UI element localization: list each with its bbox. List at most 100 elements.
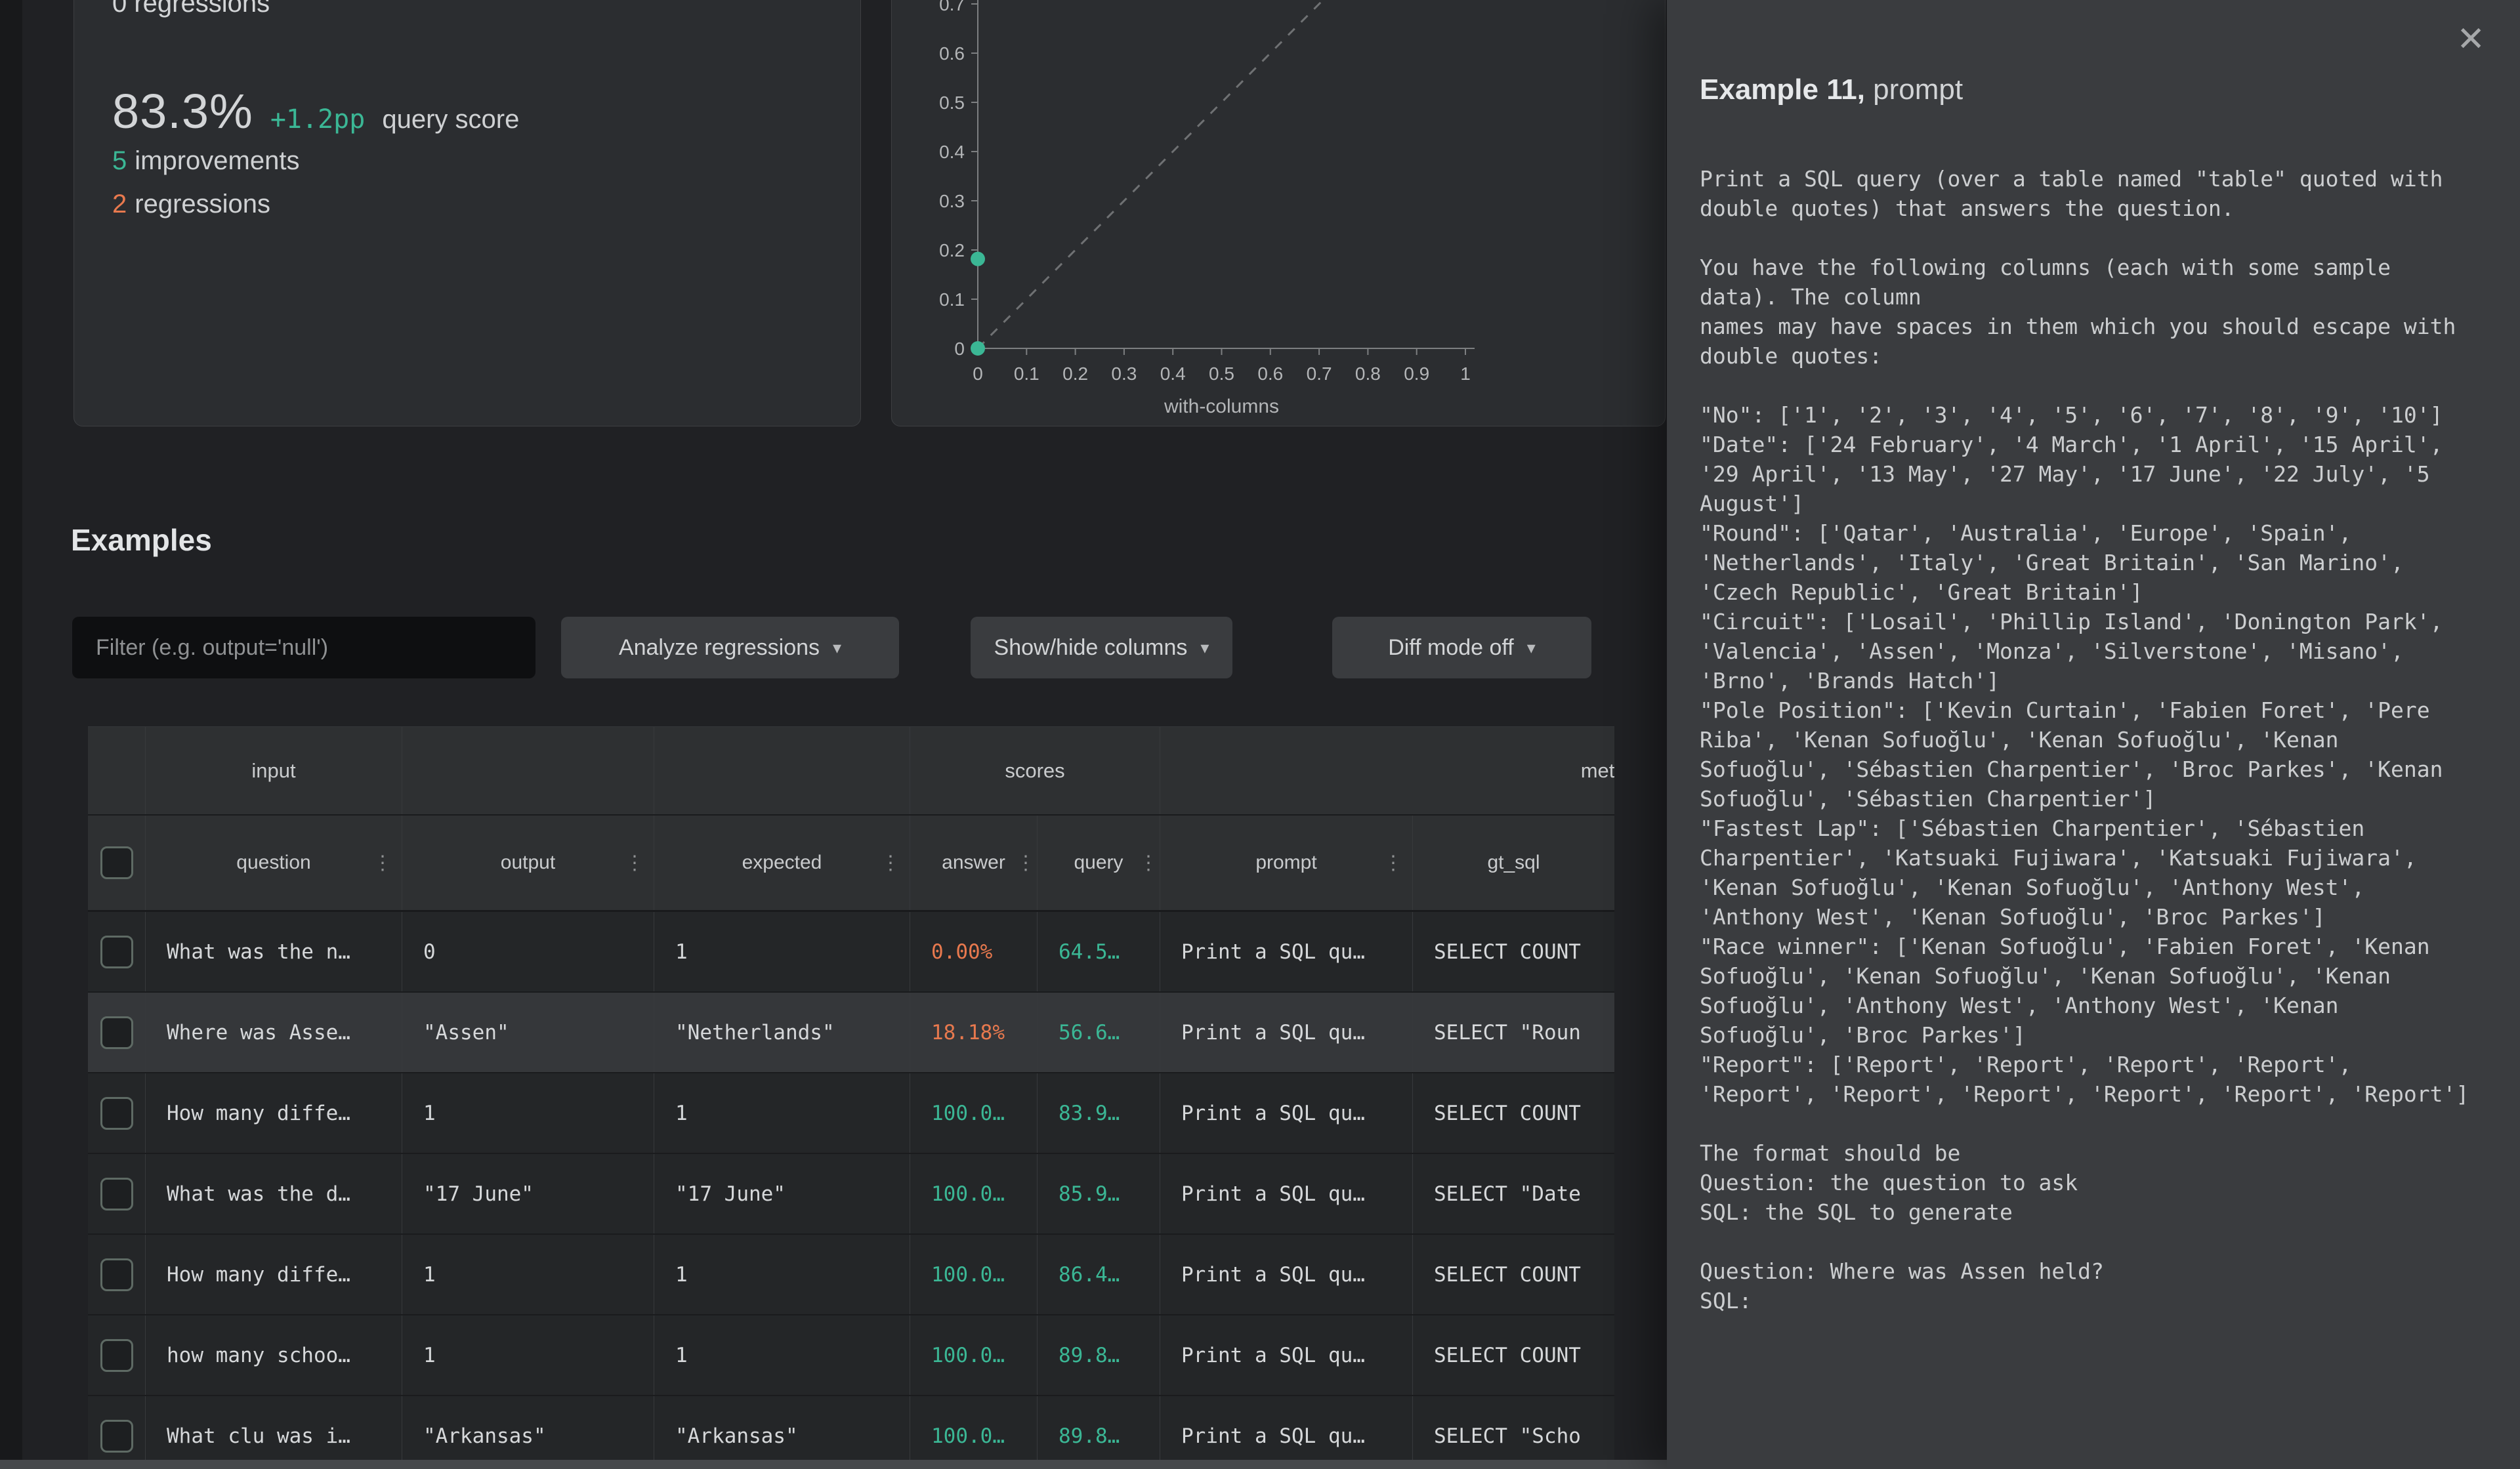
cell-expected[interactable]: "Netherlands": [654, 993, 910, 1072]
row-checkbox[interactable]: [100, 1258, 133, 1291]
cell-value-answer: 100.0…: [910, 1424, 1005, 1448]
column-menu-icon[interactable]: ⋮: [1383, 852, 1403, 875]
cell-gt_sql[interactable]: SELECT COUNT: [1413, 1073, 1614, 1153]
column-menu-icon[interactable]: ⋮: [881, 852, 900, 875]
group-header-input: input: [146, 727, 402, 814]
cell-value-prompt: Print a SQL qu…: [1160, 940, 1365, 964]
cell-value-prompt: Print a SQL qu…: [1160, 1263, 1365, 1287]
cell-value-gt_sql: SELECT COUNT: [1413, 940, 1581, 964]
scatter-point[interactable]: [971, 252, 985, 266]
column-header-output[interactable]: output⋮: [402, 816, 654, 910]
show-hide-columns-button[interactable]: Show/hide columns ▾: [971, 617, 1232, 678]
cell-answer[interactable]: 100.0…: [910, 1315, 1038, 1395]
group-cell-empty: [88, 727, 146, 814]
column-header-question[interactable]: question⋮: [146, 816, 402, 910]
row-checkbox[interactable]: [100, 1097, 133, 1130]
analyze-regressions-button[interactable]: Analyze regressions ▾: [561, 617, 899, 678]
svg-text:0.3: 0.3: [939, 191, 965, 211]
table-column-header-row: question⋮output⋮expected⋮answer⋮query⋮pr…: [88, 816, 1614, 912]
column-header-answer[interactable]: answer⋮: [910, 816, 1038, 910]
row-checkbox[interactable]: [100, 1339, 133, 1372]
column-header-gt_sql[interactable]: gt_sql: [1413, 816, 1614, 910]
row-checkbox[interactable]: [100, 1178, 133, 1210]
cell-question[interactable]: Where was Asse…: [146, 993, 402, 1072]
cell-question[interactable]: What was the d…: [146, 1154, 402, 1233]
cell-answer[interactable]: 100.0…: [910, 1073, 1038, 1153]
cell-gt_sql[interactable]: SELECT "Roun: [1413, 993, 1614, 1072]
cell-answer[interactable]: 18.18%: [910, 993, 1038, 1072]
cell-prompt[interactable]: Print a SQL qu…: [1160, 1073, 1413, 1153]
column-menu-icon[interactable]: ⋮: [625, 852, 644, 875]
cell-query[interactable]: 86.4…: [1038, 1235, 1160, 1314]
cell-gt_sql[interactable]: SELECT COUNT: [1413, 1315, 1614, 1395]
column-header-prompt[interactable]: prompt⋮: [1160, 816, 1413, 910]
row-select-cell: [88, 1315, 146, 1395]
cell-query[interactable]: 83.9…: [1038, 1073, 1160, 1153]
cell-question[interactable]: What was the n…: [146, 912, 402, 991]
cell-answer[interactable]: 100.0…: [910, 1235, 1038, 1314]
svg-text:0: 0: [954, 339, 965, 359]
cell-prompt[interactable]: Print a SQL qu…: [1160, 1396, 1413, 1469]
cell-expected[interactable]: 1: [654, 1073, 910, 1153]
column-menu-icon[interactable]: ⋮: [1016, 852, 1036, 875]
cell-prompt[interactable]: Print a SQL qu…: [1160, 993, 1413, 1072]
cell-output[interactable]: 0: [402, 912, 654, 991]
cell-gt_sql[interactable]: SELECT COUNT: [1413, 912, 1614, 991]
close-icon[interactable]: ✕: [2456, 20, 2485, 59]
examples-table: inputscoresmetadataquestion⋮output⋮expec…: [88, 726, 1614, 1469]
column-header-query[interactable]: query⋮: [1038, 816, 1160, 910]
cell-prompt[interactable]: Print a SQL qu…: [1160, 912, 1413, 991]
cell-query[interactable]: 56.6…: [1038, 993, 1160, 1072]
cell-output[interactable]: "Arkansas": [402, 1396, 654, 1469]
cell-value-answer: 0.00%: [910, 940, 992, 964]
cell-prompt[interactable]: Print a SQL qu…: [1160, 1154, 1413, 1233]
cell-answer[interactable]: 100.0…: [910, 1396, 1038, 1469]
cell-output[interactable]: 1: [402, 1315, 654, 1395]
analyze-regressions-label: Analyze regressions: [619, 635, 820, 661]
column-menu-icon[interactable]: ⋮: [1139, 852, 1158, 875]
cell-output[interactable]: 1: [402, 1073, 654, 1153]
score-scatter-card: 00.10.20.30.40.50.60.700.10.20.30.40.50.…: [891, 0, 1666, 426]
column-menu-icon[interactable]: ⋮: [373, 852, 392, 875]
cell-prompt[interactable]: Print a SQL qu…: [1160, 1315, 1413, 1395]
cell-query[interactable]: 85.9…: [1038, 1154, 1160, 1233]
select-all-checkbox[interactable]: [100, 846, 133, 879]
cell-output[interactable]: "17 June": [402, 1154, 654, 1233]
cell-question[interactable]: What clu was i…: [146, 1396, 402, 1469]
cell-expected[interactable]: 1: [654, 1235, 910, 1314]
chevron-down-icon: ▾: [1527, 638, 1536, 658]
row-checkbox[interactable]: [100, 1420, 133, 1453]
row-checkbox[interactable]: [100, 936, 133, 968]
cell-gt_sql[interactable]: SELECT COUNT: [1413, 1235, 1614, 1314]
cell-expected[interactable]: "17 June": [654, 1154, 910, 1233]
cell-question[interactable]: How many diffe…: [146, 1235, 402, 1314]
cell-answer[interactable]: 0.00%: [910, 912, 1038, 991]
regressions-stat: 2regressions: [112, 190, 270, 219]
cell-value-expected: 1: [654, 1263, 688, 1287]
filter-input[interactable]: [72, 617, 536, 678]
cell-value-expected: "17 June": [654, 1182, 786, 1206]
cell-question[interactable]: How many diffe…: [146, 1073, 402, 1153]
score-scatter-chart: 00.10.20.30.40.50.60.700.10.20.30.40.50.…: [892, 0, 1666, 427]
cell-question[interactable]: how many schoo…: [146, 1315, 402, 1395]
cell-prompt[interactable]: Print a SQL qu…: [1160, 1235, 1413, 1314]
cell-value-prompt: Print a SQL qu…: [1160, 1102, 1365, 1125]
table-row: How many diffe…11100.0…83.9…Print a SQL …: [88, 1073, 1614, 1154]
cell-expected[interactable]: 1: [654, 912, 910, 991]
horizontal-scrollbar[interactable]: [0, 1460, 1667, 1469]
cell-expected[interactable]: 1: [654, 1315, 910, 1395]
cell-query[interactable]: 89.8…: [1038, 1315, 1160, 1395]
cell-value-question: What was the d…: [146, 1182, 350, 1206]
cell-output[interactable]: "Assen": [402, 993, 654, 1072]
cell-query[interactable]: 89.8…: [1038, 1396, 1160, 1469]
row-checkbox[interactable]: [100, 1016, 133, 1049]
cell-query[interactable]: 64.5…: [1038, 912, 1160, 991]
diff-mode-button[interactable]: Diff mode off ▾: [1332, 617, 1591, 678]
cell-gt_sql[interactable]: SELECT "Scho: [1413, 1396, 1614, 1469]
cell-output[interactable]: 1: [402, 1235, 654, 1314]
cell-answer[interactable]: 100.0…: [910, 1154, 1038, 1233]
scatter-point[interactable]: [971, 341, 985, 356]
cell-gt_sql[interactable]: SELECT "Date: [1413, 1154, 1614, 1233]
cell-expected[interactable]: "Arkansas": [654, 1396, 910, 1469]
column-header-expected[interactable]: expected⋮: [654, 816, 910, 910]
